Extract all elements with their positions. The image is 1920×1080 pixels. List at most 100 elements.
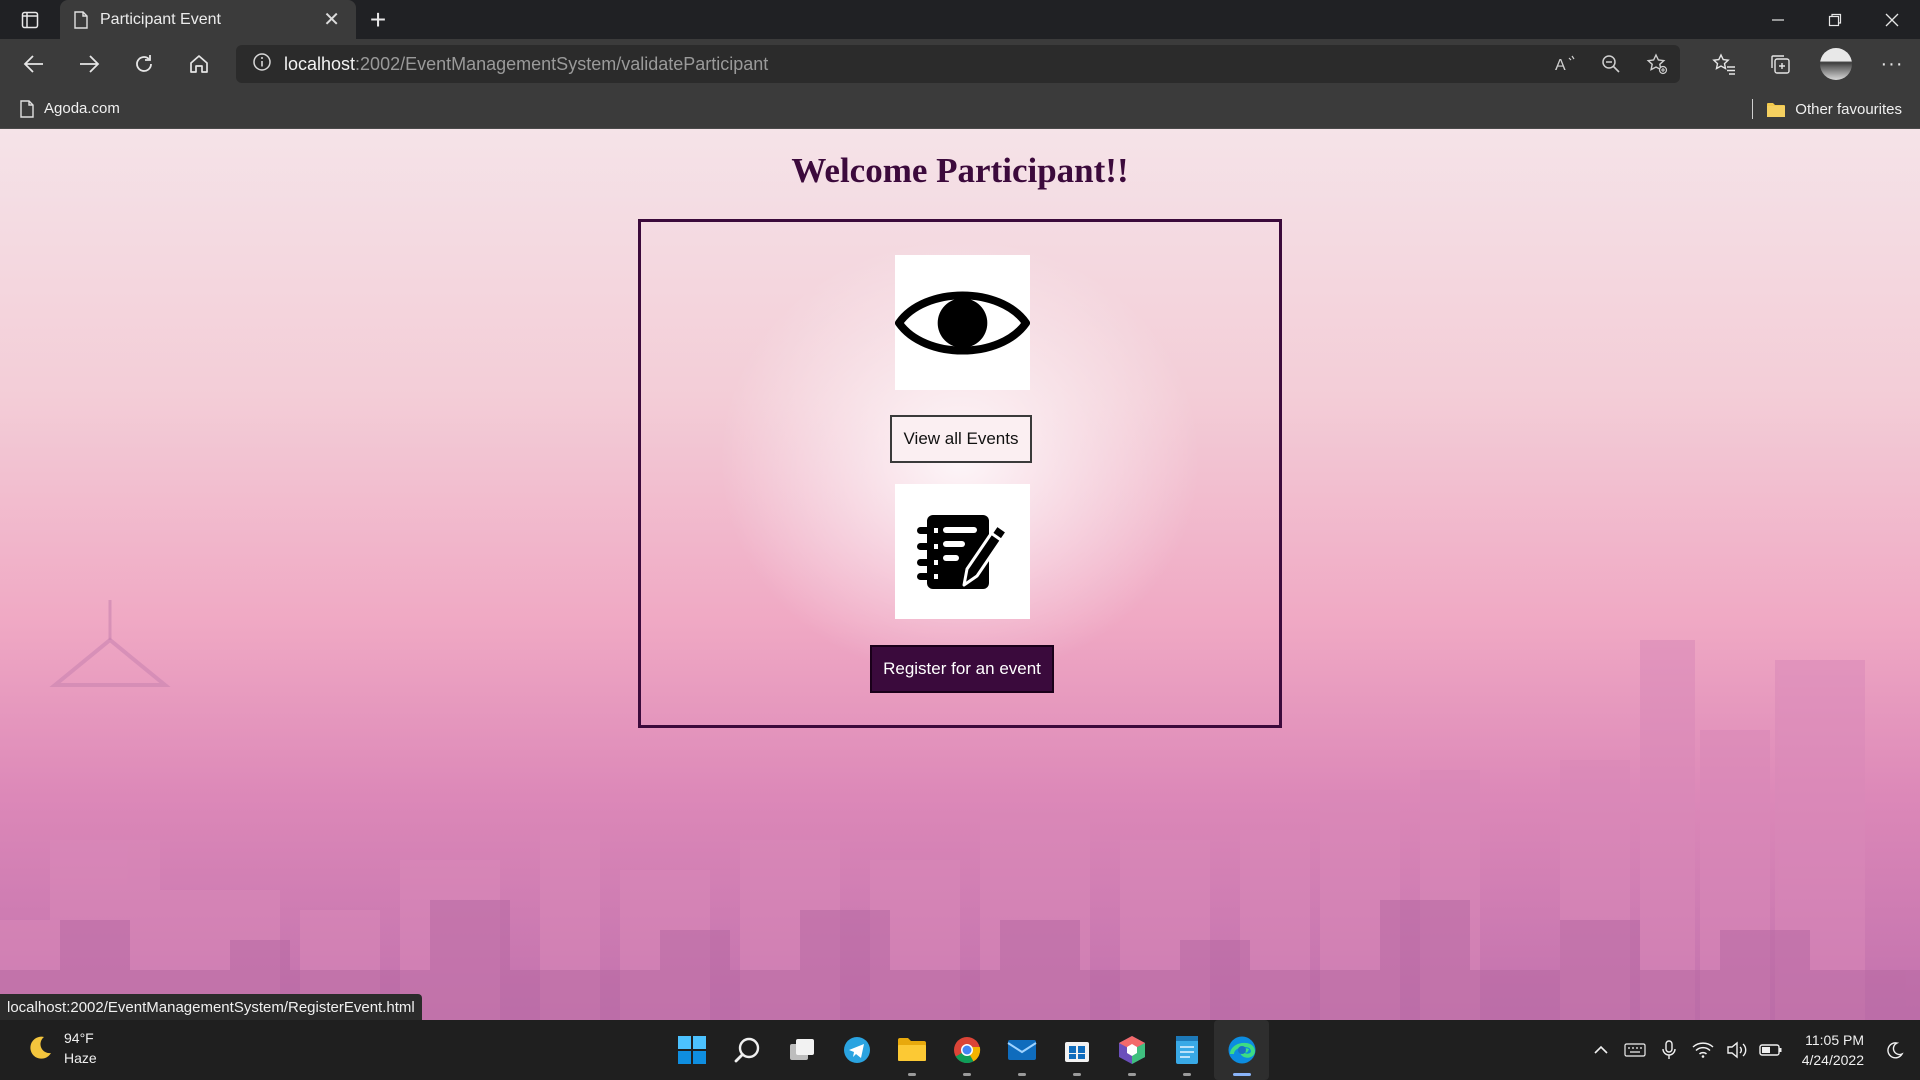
- focus-assist-icon[interactable]: [1878, 1041, 1912, 1059]
- weather-widget[interactable]: 94°F Haze: [24, 1028, 97, 1068]
- keyboard-icon[interactable]: [1618, 1043, 1652, 1057]
- svg-text:A: A: [1555, 57, 1566, 74]
- url-path: :2002/EventManagementSystem/validatePart…: [355, 53, 769, 74]
- read-aloud-icon[interactable]: A: [1542, 54, 1588, 74]
- browser-toolbar: localhost:2002/EventManagementSystem/val…: [0, 39, 1920, 89]
- active-indicator: [1233, 1073, 1251, 1076]
- add-favorite-icon[interactable]: [1634, 53, 1680, 75]
- avatar: [1820, 48, 1852, 80]
- folder-icon: [897, 1038, 926, 1061]
- store-app[interactable]: [1049, 1020, 1104, 1080]
- favorite-item-agoda[interactable]: Agoda.com: [20, 99, 120, 118]
- telegram-icon: [843, 1037, 870, 1063]
- cube-app[interactable]: [1104, 1020, 1159, 1080]
- view-events-image: [895, 255, 1030, 390]
- favorite-label: Agoda.com: [44, 100, 120, 117]
- search-icon: [734, 1037, 759, 1063]
- search-button[interactable]: [719, 1020, 774, 1080]
- clock-time: 11:05 PM: [1805, 1032, 1864, 1048]
- divider: [1752, 99, 1754, 119]
- other-favorites-label: Other favourites: [1795, 100, 1902, 118]
- back-arrow-icon: [23, 55, 43, 73]
- page-title: Welcome Participant!!: [791, 151, 1129, 190]
- file-explorer-app[interactable]: [884, 1020, 939, 1080]
- collections-button[interactable]: [1752, 53, 1808, 75]
- eye-icon: [895, 291, 1030, 354]
- running-indicator: [1183, 1073, 1191, 1076]
- page-icon: [20, 99, 34, 118]
- cube-icon: [1118, 1036, 1145, 1064]
- collections-icon: [1771, 55, 1790, 74]
- windows-taskbar: 94°F Haze 11:05 PM 4/24/2022: [0, 1020, 1920, 1080]
- task-view-icon: [789, 1039, 814, 1060]
- edge-icon: [1228, 1036, 1255, 1064]
- tab-actions-icon: [21, 11, 39, 28]
- close-window-button[interactable]: [1863, 0, 1920, 39]
- other-favorites[interactable]: Other favourites: [1752, 89, 1902, 129]
- taskbar-apps: [664, 1020, 1269, 1080]
- url-host: localhost: [284, 53, 356, 74]
- mail-app[interactable]: [994, 1020, 1049, 1080]
- window-controls: [1749, 0, 1920, 39]
- tab-actions-button[interactable]: [0, 0, 60, 39]
- tab-close-icon[interactable]: ✕: [323, 7, 340, 32]
- moon-icon: [30, 1036, 51, 1059]
- microphone-icon[interactable]: [1652, 1040, 1686, 1060]
- more-menu-button[interactable]: ···: [1864, 53, 1920, 76]
- wifi-icon[interactable]: [1686, 1042, 1720, 1058]
- profile-button[interactable]: [1808, 48, 1864, 80]
- register-event-button[interactable]: Register for an event: [870, 645, 1054, 693]
- volume-icon[interactable]: [1720, 1041, 1754, 1059]
- notepad-icon: [1175, 1036, 1198, 1064]
- back-button[interactable]: [6, 39, 61, 89]
- browser-tab[interactable]: Participant Event ✕: [60, 0, 356, 39]
- participant-panel: View all Events Register for an event: [638, 219, 1282, 728]
- running-indicator: [1073, 1073, 1081, 1076]
- view-all-events-button[interactable]: View all Events: [890, 415, 1032, 463]
- start-button[interactable]: [664, 1020, 719, 1080]
- register-event-image: [895, 484, 1030, 619]
- notepad-app[interactable]: [1159, 1020, 1214, 1080]
- minimize-button[interactable]: [1749, 0, 1806, 39]
- running-indicator: [1128, 1073, 1136, 1076]
- task-view-button[interactable]: [774, 1020, 829, 1080]
- forward-button[interactable]: [61, 39, 116, 89]
- store-icon: [1064, 1042, 1089, 1062]
- show-hidden-icons[interactable]: [1584, 1045, 1618, 1055]
- browser-titlebar: Participant Event ✕ +: [0, 0, 1920, 39]
- telegram-app[interactable]: [829, 1020, 884, 1080]
- running-indicator: [963, 1073, 971, 1076]
- favorites-bar: Agoda.com Other favourites: [0, 89, 1920, 129]
- running-indicator: [908, 1073, 916, 1076]
- toolbar-right-actions: ···: [1696, 39, 1920, 89]
- address-bar-actions: A: [1542, 45, 1680, 83]
- new-tab-button[interactable]: +: [356, 0, 400, 39]
- restore-button[interactable]: [1806, 0, 1863, 39]
- windows-start-icon: [677, 1036, 706, 1064]
- notes-edit-icon: [916, 514, 1008, 589]
- battery-icon[interactable]: [1754, 1043, 1788, 1057]
- restore-icon: [1828, 13, 1841, 26]
- address-bar[interactable]: localhost:2002/EventManagementSystem/val…: [236, 45, 1680, 83]
- home-button[interactable]: [171, 39, 226, 89]
- forward-arrow-icon: [79, 55, 99, 73]
- page-viewport: Welcome Participant!! View all Events Re…: [0, 129, 1920, 1020]
- chrome-app[interactable]: [939, 1020, 994, 1080]
- mail-icon: [1006, 1040, 1037, 1060]
- zoom-out-icon[interactable]: [1588, 54, 1634, 74]
- favorites-button[interactable]: [1696, 53, 1752, 75]
- taskbar-clock[interactable]: 11:05 PM 4/24/2022: [1802, 1030, 1864, 1070]
- edge-app[interactable]: [1214, 1020, 1269, 1080]
- running-indicator: [1018, 1073, 1026, 1076]
- folder-icon: [1767, 102, 1786, 117]
- close-icon: [1885, 13, 1898, 26]
- refresh-button[interactable]: [116, 39, 171, 89]
- status-bar-url: localhost:2002/EventManagementSystem/Reg…: [0, 994, 422, 1020]
- page-icon: [74, 10, 88, 29]
- tab-title: Participant Event: [100, 10, 221, 28]
- weather-desc: Haze: [64, 1050, 97, 1066]
- home-icon: [189, 55, 208, 73]
- site-info-icon[interactable]: [252, 52, 272, 77]
- weather-temp: 94°F: [64, 1030, 94, 1046]
- refresh-icon: [135, 55, 152, 72]
